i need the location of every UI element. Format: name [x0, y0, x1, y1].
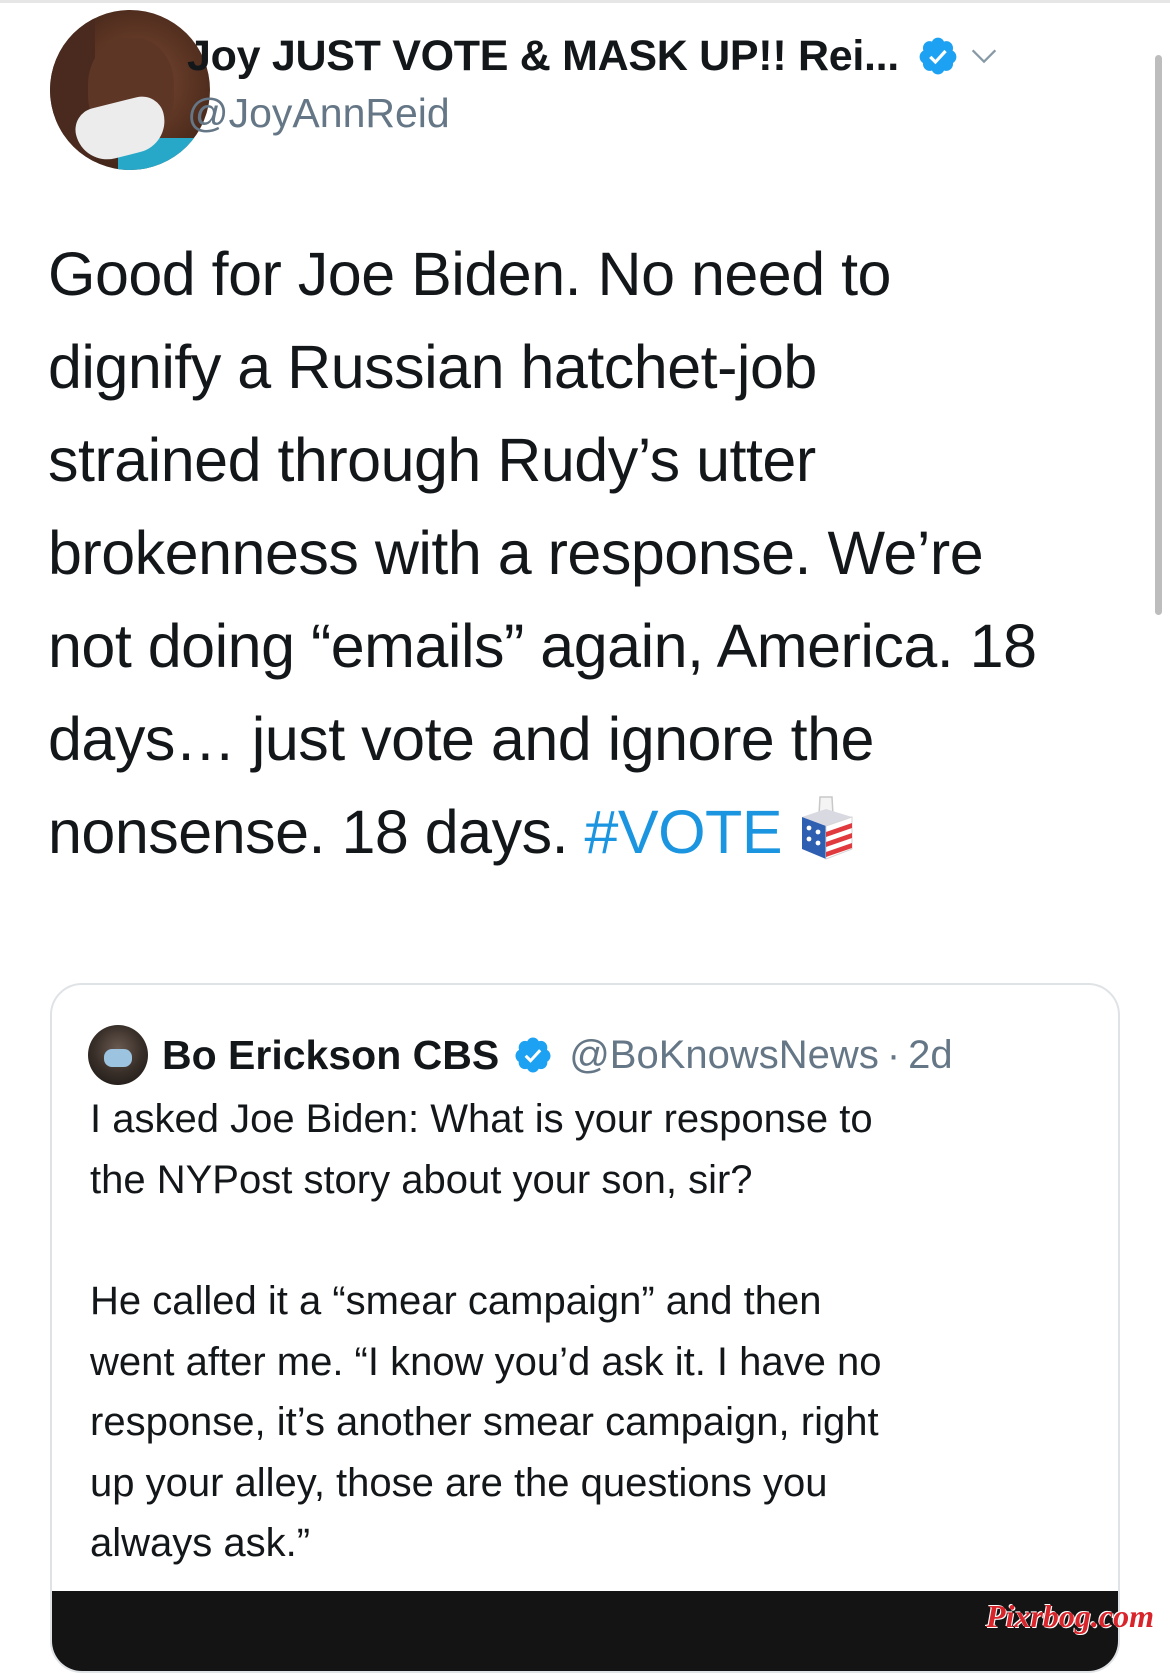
tweet-text-line: brokenness with a response. We’re — [48, 519, 984, 587]
ballot-box-icon — [802, 796, 853, 860]
author-name-row: Joy JUST VOTE & MASK UP!! Rei... — [187, 30, 1001, 82]
top-divider — [0, 0, 1170, 3]
quoted-tweet-card[interactable]: Bo Erickson CBS @BoKnowsNews · 2d I aske… — [50, 983, 1120, 1673]
hashtag-link[interactable]: #VOTE — [585, 798, 783, 866]
tweet-text-line: strained through Rudy’s utter — [48, 426, 816, 494]
watermark: Pixrbog.com — [986, 1598, 1154, 1634]
tweet-text-line: dignify a Russian hatchet-job — [48, 333, 817, 401]
quoted-tweet-paragraph: I asked Joe Biden: What is your response… — [90, 1089, 1090, 1210]
quoted-media-preview[interactable] — [52, 1591, 1118, 1671]
separator-dot: · — [886, 1032, 901, 1077]
chevron-down-icon[interactable] — [967, 39, 1001, 73]
quoted-tweet-header: Bo Erickson CBS @BoKnowsNews · 2d — [162, 1027, 953, 1083]
quoted-tweet-paragraph: He called it a “smear campaign” and then… — [90, 1271, 1090, 1574]
quoted-tweet-timestamp[interactable]: 2d — [908, 1033, 953, 1078]
verified-badge-icon — [515, 1037, 551, 1073]
tweet-body: Good for Joe Biden. No need to dignify a… — [48, 228, 1138, 879]
quoted-text-line: He called it a “smear campaign” and then — [90, 1279, 822, 1323]
quoted-text-line: response, it’s another smear campaign, r… — [90, 1400, 879, 1444]
quoted-text-line: the NYPost story about your son, sir? — [90, 1157, 753, 1202]
quoted-text-line: always ask.” — [90, 1521, 311, 1565]
verified-badge-icon — [919, 37, 957, 75]
quoted-author-name[interactable]: Bo Erickson CBS — [162, 1032, 499, 1079]
tweet-text-line: nonsense. 18 days. — [48, 798, 585, 866]
scrollbar-thumb[interactable] — [1155, 55, 1162, 615]
author-display-name[interactable]: Joy JUST VOTE & MASK UP!! Rei... — [187, 32, 899, 81]
quoted-text-line: I asked Joe Biden: What is your response… — [90, 1097, 873, 1141]
author-handle[interactable]: @JoyAnnReid — [187, 90, 450, 137]
tweet-text-line: not doing “emails” again, America. 18 — [48, 612, 1037, 680]
tweet-text-line: days… just vote and ignore the — [48, 705, 874, 773]
tweet-text-last-line: nonsense. 18 days. #VOTE — [48, 786, 1138, 879]
author-avatar[interactable] — [50, 10, 210, 170]
quoted-author-avatar[interactable] — [88, 1025, 148, 1085]
quoted-text-line: went after me. “I know you’d ask it. I h… — [90, 1339, 882, 1384]
tweet-text-line: Good for Joe Biden. No need to — [48, 240, 891, 308]
quoted-text-line: up your alley, those are the questions y… — [90, 1460, 828, 1505]
quoted-author-handle[interactable]: @BoKnowsNews — [569, 1033, 879, 1078]
